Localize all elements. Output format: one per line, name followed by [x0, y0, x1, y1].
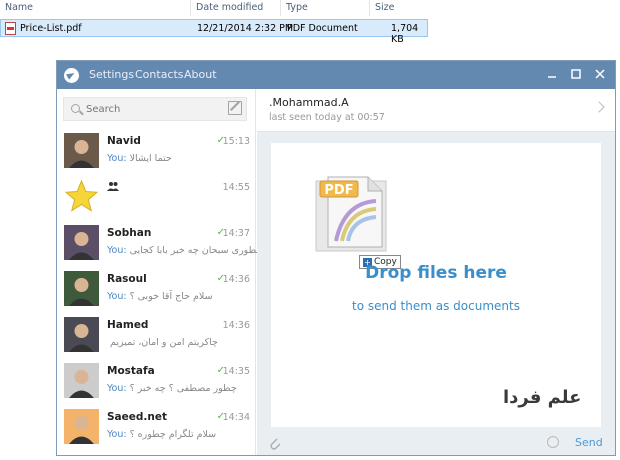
chat-item[interactable]: Mostafa ✓ 14:35 You: چطور مصطفی ؟ چه خبر ؟	[57, 359, 256, 405]
chat-preview: چاکریتم امن و امان، تمیزیم	[107, 337, 218, 348]
menu-settings[interactable]: Settings	[89, 68, 134, 81]
group-icon	[107, 181, 119, 194]
telegram-window: Settings Contacts About Navid✓15:13You:ح…	[56, 60, 616, 456]
file-explorer: Name Date modified Type Size Price-List.…	[0, 0, 620, 60]
column-type[interactable]: Type	[286, 2, 308, 13]
file-size: 1,704 KB	[391, 23, 419, 45]
column-date-modified[interactable]: Date modified	[196, 2, 263, 13]
pdf-icon-label: PDF	[324, 183, 353, 198]
watermark-logo: علم فردا	[503, 387, 582, 408]
chat-preview: You: سلام تلگرام چطوره ؟	[107, 429, 216, 440]
message-composer: Send	[257, 431, 615, 455]
you-label: You:	[107, 153, 127, 164]
chat-name: Rasoul	[107, 273, 147, 285]
chat-item[interactable]: Navid ✓ 15:13 You: حتما ایشالا	[57, 129, 256, 175]
maximize-icon[interactable]	[568, 66, 584, 82]
chat-item[interactable]: 14:55	[57, 175, 256, 221]
chat-preview: You: چطوری سبحان چه خبر بابا کجایی	[107, 245, 262, 256]
chat-name: Hamed	[107, 319, 149, 331]
file-name: Price-List.pdf	[20, 23, 82, 34]
you-label: You:	[107, 383, 127, 394]
avatar	[64, 271, 99, 306]
avatar	[64, 363, 99, 398]
chat-item[interactable]: Hamed 14:36 چاکریتم امن و امان، تمیزیم	[57, 313, 256, 359]
search-icon	[71, 104, 80, 113]
chat-item[interactable]: Rasoul ✓ 14:36 You: سلام حاج آقا خوبی ؟	[57, 267, 256, 313]
chat-name: Saeed.net	[107, 411, 168, 423]
chat-time: 14:37	[222, 228, 250, 239]
preview-text: چطور مصطفی ؟ چه خبر ؟	[129, 383, 237, 394]
avatar	[64, 225, 99, 260]
chat-time: 14:55	[222, 182, 250, 193]
attach-icon[interactable]	[269, 436, 281, 453]
minimize-icon[interactable]	[544, 66, 560, 82]
menu-contacts[interactable]: Contacts	[135, 68, 184, 81]
message-input[interactable]	[289, 435, 529, 451]
peer-name: .Mohammad.A	[269, 96, 349, 109]
column-size[interactable]: Size	[375, 2, 395, 13]
title-bar: Settings Contacts About	[57, 61, 615, 89]
drop-title: Drop files here	[365, 263, 507, 283]
chat-item[interactable]: Sobhan ✓ 14:37 You: چطوری سبحان چه خبر بابا …	[57, 221, 262, 267]
preview-text: چطوری سبحان چه خبر بابا کجایی	[129, 245, 263, 256]
new-message-icon[interactable]	[228, 101, 242, 115]
peer-status: last seen today at 00:57	[269, 112, 385, 123]
emoji-icon[interactable]	[547, 436, 559, 448]
chat-header[interactable]: .Mohammad.A last seen today at 00:57	[257, 89, 615, 132]
telegram-logo-icon	[64, 68, 79, 83]
chat-item[interactable]: Saeed.net ✓ 14:34 You: سلام تلگرام چطوره ؟	[57, 405, 256, 451]
avatar	[64, 409, 99, 444]
search-box[interactable]	[63, 97, 247, 121]
you-label: You:	[107, 245, 127, 256]
you-label: You:	[107, 429, 127, 440]
chat-preview: You: حتما ایشالا	[107, 153, 172, 164]
chat-time: 14:34	[222, 412, 250, 423]
chat-preview: You: چطور مصطفی ؟ چه خبر ؟	[107, 383, 237, 394]
chat-time: 15:13	[222, 136, 250, 147]
chat-time: 14:36	[222, 320, 250, 331]
preview-text: سلام حاج آقا خوبی ؟	[129, 291, 213, 302]
chat-preview: You: سلام حاج آقا خوبی ؟	[107, 291, 213, 302]
pdf-document-icon: PDF	[315, 176, 387, 252]
avatar	[64, 317, 99, 352]
chevron-right-icon[interactable]	[593, 101, 605, 113]
chat-time: 14:35	[222, 366, 250, 377]
file-row[interactable]: Price-List.pdf 12/21/2014 2:32 PM PDF Do…	[0, 19, 428, 45]
avatar	[64, 133, 99, 168]
menu-about[interactable]: About	[184, 68, 217, 81]
chat-name: Sobhan	[107, 227, 152, 239]
group-avatar	[64, 179, 99, 214]
pdf-file-icon	[5, 22, 16, 35]
you-label: You:	[107, 291, 127, 302]
close-icon[interactable]	[592, 66, 608, 82]
chat-preview	[107, 199, 110, 210]
preview-text: سلام تلگرام چطوره ؟	[129, 429, 217, 440]
chat-name: Mostafa	[107, 365, 155, 377]
send-button[interactable]: Send	[575, 436, 603, 449]
chat-time: 14:36	[222, 274, 250, 285]
preview-text: چاکریتم امن و امان، تمیزیم	[110, 337, 218, 348]
file-date: 12/21/2014 2:32 PM	[197, 23, 294, 34]
chat-name: Navid	[107, 135, 141, 147]
search-input[interactable]	[86, 101, 216, 117]
dialogs-panel: Navid✓15:13You:حتما ایشالا14:55Sobhan✓14…	[57, 89, 262, 455]
file-list-header: Name Date modified Type Size	[0, 0, 430, 16]
preview-text: حتما ایشالا	[129, 153, 172, 164]
column-name[interactable]: Name	[5, 2, 33, 13]
drop-zone[interactable]: PDF + Copy Drop files here to send them a…	[271, 143, 601, 427]
conversation-panel: .Mohammad.A last seen today at 00:57 PDF…	[257, 89, 615, 455]
drop-subtitle: to send them as documents	[352, 299, 520, 313]
file-type: PDF Document	[287, 23, 358, 34]
